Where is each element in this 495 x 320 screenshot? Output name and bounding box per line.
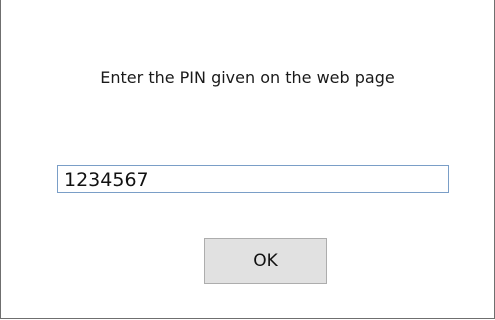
pin-input[interactable] [57, 165, 449, 193]
ok-button[interactable]: OK [204, 238, 327, 284]
pin-dialog: Enter the PIN given on the web page OK [0, 0, 495, 319]
pin-prompt-text: Enter the PIN given on the web page [100, 68, 395, 87]
